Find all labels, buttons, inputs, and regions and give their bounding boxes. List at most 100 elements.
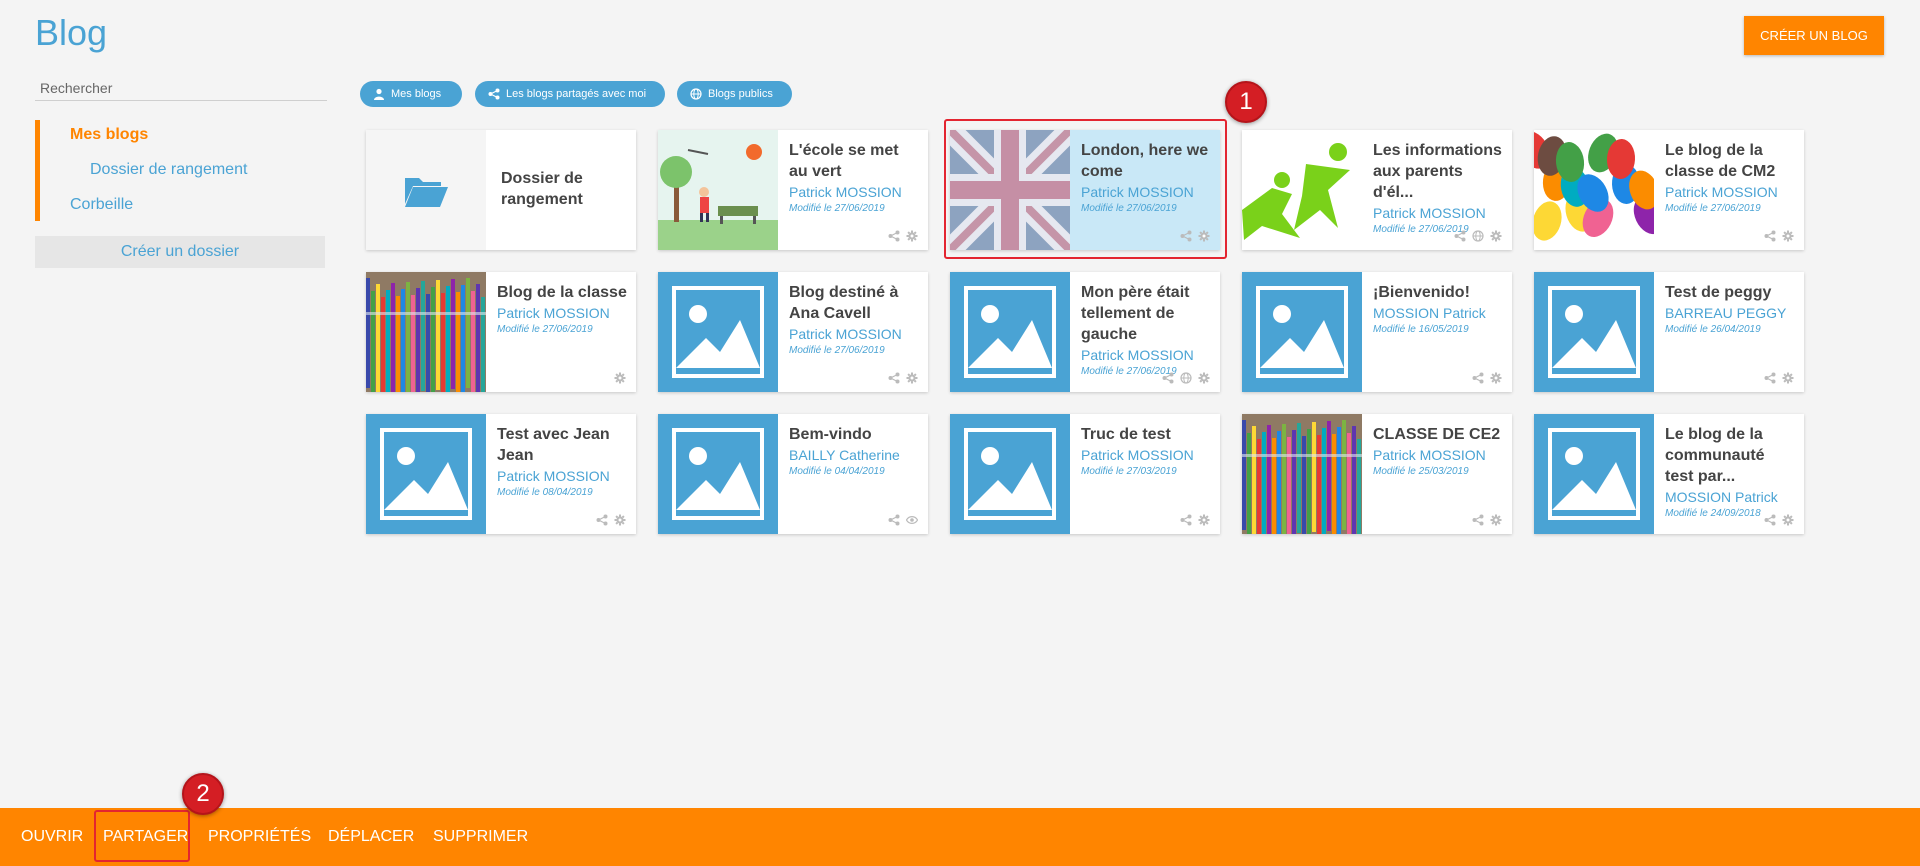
blog-card[interactable]: Blog destiné à Ana Cavell Patrick MOSSION…	[658, 272, 928, 392]
folder-tree: Mes blogs Dossier de rangement Corbeille	[35, 120, 332, 221]
folder-card[interactable]: Dossier de rangement	[366, 130, 636, 250]
blog-thumbnail	[1534, 130, 1654, 250]
share-icon[interactable]	[1472, 372, 1484, 384]
blog-title: Le blog de la classe de CM2	[1665, 142, 1776, 180]
delete-action[interactable]: Supprimer	[433, 808, 528, 866]
blog-card[interactable]: Les informations aux parents d'él... Patr…	[1242, 130, 1512, 250]
share-icon[interactable]	[1454, 230, 1466, 242]
blog-owner: MOSSION Patrick	[1665, 489, 1778, 505]
blog-owner: Patrick MOSSION	[1373, 447, 1486, 463]
blog-thumbnail	[366, 414, 486, 534]
blog-thumbnail	[950, 414, 1070, 534]
globe-icon[interactable]	[1472, 230, 1484, 242]
blog-title: Blog destiné à Ana Cavell	[789, 284, 899, 322]
blog-modified-date: Modifié le 25/03/2019	[1373, 466, 1469, 477]
blog-modified-date: Modifié le 26/04/2019	[1665, 324, 1761, 335]
blog-modified-date: Modifié le 08/04/2019	[497, 487, 593, 498]
gear-icon[interactable]	[1490, 230, 1502, 242]
blog-title: ¡Bienvenido!	[1373, 284, 1470, 301]
filter-label: Blogs publics	[708, 88, 773, 100]
blog-owner: Patrick MOSSION	[1081, 347, 1194, 363]
share-icon[interactable]	[888, 514, 900, 526]
tree-item-mes-blogs[interactable]: Mes blogs	[70, 126, 148, 144]
blog-modified-date: Modifié le 27/06/2019	[789, 203, 885, 214]
move-action[interactable]: Déplacer	[328, 808, 414, 866]
gear-icon[interactable]	[614, 514, 626, 526]
gear-icon[interactable]	[1782, 372, 1794, 384]
share-icon[interactable]	[1162, 372, 1174, 384]
blog-card[interactable]: CLASSE DE CE2 Patrick MOSSION Modifié le 2…	[1242, 414, 1512, 534]
folder-title: Dossier de rangement	[501, 170, 583, 208]
blog-card[interactable]: Le blog de la classe de CM2 Patrick MOSSI…	[1534, 130, 1804, 250]
blog-card[interactable]: Mon père était tellement de gauche Patric…	[950, 272, 1220, 392]
blog-owner: MOSSION Patrick	[1373, 305, 1486, 321]
blog-card[interactable]: Truc de test Patrick MOSSION Modifié le 27…	[950, 414, 1220, 534]
user-icon	[373, 88, 385, 100]
blog-card[interactable]: L'école se met au vert Patrick MOSSION Mod…	[658, 130, 928, 250]
search-input[interactable]	[35, 78, 337, 98]
create-folder-button[interactable]: Créer un dossier	[35, 236, 325, 268]
blog-thumbnail	[1242, 272, 1362, 392]
selection-highlight	[944, 119, 1227, 259]
blog-thumbnail	[950, 272, 1070, 392]
share-icon[interactable]	[888, 230, 900, 242]
blog-title: Test de peggy	[1665, 284, 1772, 301]
gear-icon[interactable]	[614, 372, 626, 384]
blog-owner: Patrick MOSSION	[789, 326, 902, 342]
blog-thumbnail	[658, 272, 778, 392]
blog-title: Le blog de la communauté test par...	[1665, 426, 1765, 485]
blog-modified-date: Modifié le 27/06/2019	[789, 345, 885, 356]
blog-card[interactable]: Test de peggy BARREAU PEGGY Modifié le 26/…	[1534, 272, 1804, 392]
filter-mes-blogs[interactable]: Mes blogs	[360, 81, 462, 107]
share-icon[interactable]	[1764, 372, 1776, 384]
share-icon[interactable]	[1180, 514, 1192, 526]
blog-card[interactable]: ¡Bienvenido! MOSSION Patrick Modifié le 16…	[1242, 272, 1512, 392]
gear-icon[interactable]	[906, 230, 918, 242]
blog-card[interactable]: Test avec Jean Jean Patrick MOSSION Modifi…	[366, 414, 636, 534]
tree-item-dossier-de-rangement[interactable]: Dossier de rangement	[90, 161, 247, 179]
blog-owner: Patrick MOSSION	[497, 468, 610, 484]
blog-owner: BARREAU PEGGY	[1665, 305, 1787, 321]
blog-modified-date: Modifié le 16/05/2019	[1373, 324, 1469, 335]
blog-title: L'école se met au vert	[789, 142, 899, 180]
gear-icon[interactable]	[1782, 514, 1794, 526]
share-icon[interactable]	[1764, 514, 1776, 526]
search-field[interactable]	[35, 78, 337, 101]
create-blog-button[interactable]: Créer un blog	[1744, 16, 1884, 55]
blog-title: Test avec Jean Jean	[497, 426, 610, 464]
gear-icon[interactable]	[1490, 514, 1502, 526]
blog-thumbnail	[366, 272, 486, 392]
filter-label: Mes blogs	[391, 88, 442, 100]
folder-icon	[403, 172, 449, 208]
filter-public-blogs[interactable]: Blogs publics	[677, 81, 792, 107]
blog-thumbnail	[1534, 272, 1654, 392]
gear-icon[interactable]	[1198, 514, 1210, 526]
properties-action[interactable]: Propriétés	[208, 808, 311, 866]
blog-card[interactable]: Bem-vindo BAILLY Catherine Modifié le 04/0…	[658, 414, 928, 534]
blog-modified-date: Modifié le 27/06/2019	[1665, 203, 1761, 214]
tree-item-corbeille[interactable]: Corbeille	[70, 196, 133, 214]
blog-card[interactable]: Le blog de la communauté test par... MOSS…	[1534, 414, 1804, 534]
blog-card[interactable]: Blog de la classe Patrick MOSSION Modifié …	[366, 272, 636, 392]
gear-icon[interactable]	[1782, 230, 1794, 242]
gear-icon[interactable]	[1198, 372, 1210, 384]
share-icon[interactable]	[888, 372, 900, 384]
globe-icon[interactable]	[1180, 372, 1192, 384]
gear-icon[interactable]	[1490, 372, 1502, 384]
share-icon[interactable]	[1472, 514, 1484, 526]
share-icon[interactable]	[1764, 230, 1776, 242]
gear-icon[interactable]	[906, 372, 918, 384]
blog-title: Bem-vindo	[789, 426, 872, 443]
blog-thumbnail	[1242, 414, 1362, 534]
filter-shared-with-me[interactable]: Les blogs partagés avec moi	[475, 81, 665, 107]
blog-thumbnail	[658, 414, 778, 534]
open-action[interactable]: Ouvrir	[21, 808, 83, 866]
blog-thumbnail	[1534, 414, 1654, 534]
blog-owner: Patrick MOSSION	[1373, 205, 1486, 221]
share-icon[interactable]	[596, 514, 608, 526]
eye-icon[interactable]	[906, 514, 918, 526]
blog-thumbnail	[658, 130, 778, 250]
blog-owner: Patrick MOSSION	[789, 184, 902, 200]
blog-owner: Patrick MOSSION	[1665, 184, 1778, 200]
blog-modified-date: Modifié le 27/03/2019	[1081, 466, 1177, 477]
